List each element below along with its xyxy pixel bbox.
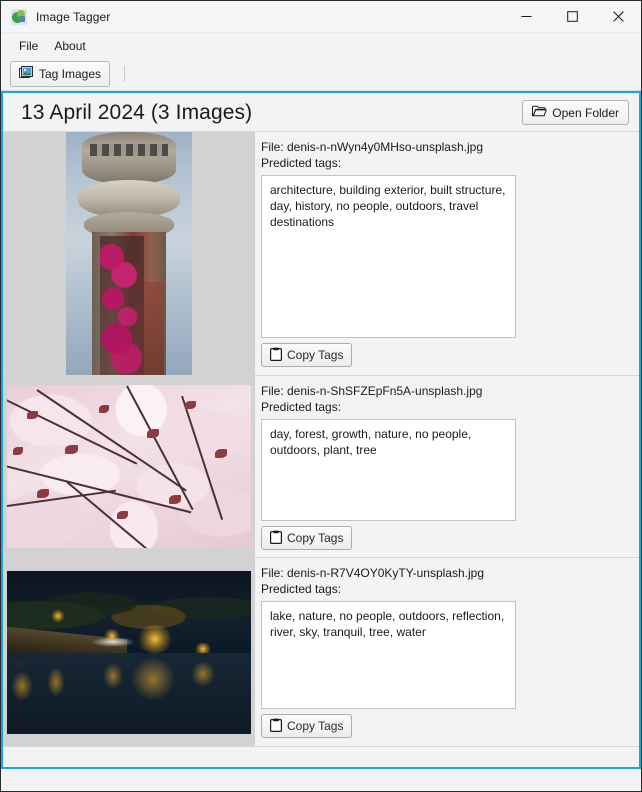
file-name-label: File: denis-n-ShSFZEpFn5A-unsplash.jpg	[261, 384, 483, 398]
image-list-scroll-area[interactable]: 13 April 2024 (3 Images) Open Folder Fil…	[3, 93, 639, 767]
file-name-label: File: denis-n-R7V4OY0KyTY-unsplash.jpg	[261, 566, 485, 580]
image-rows: File: denis-n-nWyn4y0MHso-unsplash.jpg P…	[3, 131, 639, 747]
tags-textarea[interactable]: architecture, building exterior, built s…	[261, 175, 516, 338]
window-title: Image Tagger	[36, 9, 111, 24]
menu-bar: File About	[1, 33, 641, 58]
content-pane: 13 April 2024 (3 Images) Open Folder Fil…	[1, 91, 641, 769]
thumbnail-cell[interactable]	[3, 376, 255, 557]
open-folder-button[interactable]: Open Folder	[522, 100, 629, 125]
copy-tags-label: Copy Tags	[287, 348, 344, 362]
file-name-label: File: denis-n-nWyn4y0MHso-unsplash.jpg	[261, 140, 483, 154]
table-row: File: denis-n-R7V4OY0KyTY-unsplash.jpg P…	[3, 558, 639, 747]
copy-tags-button[interactable]: Copy Tags	[261, 714, 353, 738]
thumbnail-water-tower-with-pink-ivy	[66, 132, 192, 375]
thumbnail-cell[interactable]	[3, 558, 255, 746]
clipboard-icon	[270, 530, 283, 547]
table-row: File: denis-n-ShSFZEpFn5A-unsplash.jpg P…	[3, 376, 639, 558]
app-window: Image Tagger File About Tag Images 13 Ap…	[0, 0, 642, 792]
table-row: File: denis-n-nWyn4y0MHso-unsplash.jpg P…	[3, 132, 639, 376]
open-folder-label: Open Folder	[552, 105, 619, 120]
toolbar: Tag Images	[1, 58, 641, 91]
copy-tags-label: Copy Tags	[287, 531, 344, 545]
tag-images-button[interactable]: Tag Images	[10, 61, 111, 87]
status-area	[1, 769, 641, 791]
predicted-tags-label: Predicted tags:	[261, 582, 342, 596]
clipboard-icon	[270, 718, 283, 735]
predicted-tags-label: Predicted tags:	[261, 400, 342, 414]
copy-tags-label: Copy Tags	[287, 719, 344, 733]
page-title: 13 April 2024 (3 Images)	[21, 100, 253, 124]
window-controls	[503, 1, 641, 32]
app-logo-icon	[11, 8, 27, 25]
clipboard-icon	[270, 347, 283, 364]
thumbnail-pink-cherry-blossom-branches	[7, 385, 251, 548]
title-bar: Image Tagger	[1, 1, 641, 33]
tags-textarea[interactable]: day, forest, growth, nature, no people, …	[261, 419, 516, 521]
tags-textarea[interactable]: lake, nature, no people, outdoors, refle…	[261, 601, 516, 709]
info-cell: File: denis-n-nWyn4y0MHso-unsplash.jpg P…	[255, 132, 639, 375]
info-cell: File: denis-n-R7V4OY0KyTY-unsplash.jpg P…	[255, 558, 639, 746]
minimize-icon[interactable]	[503, 1, 549, 32]
toolbar-separator	[124, 66, 126, 82]
copy-tags-button[interactable]: Copy Tags	[261, 526, 353, 550]
thumbnail-night-river-reflection-lights	[7, 570, 251, 734]
predicted-tags-label: Predicted tags:	[261, 156, 342, 170]
stacked-images-icon	[19, 66, 34, 82]
close-icon[interactable]	[595, 1, 641, 32]
info-cell: File: denis-n-ShSFZEpFn5A-unsplash.jpg P…	[255, 376, 639, 557]
thumbnail-cell[interactable]	[3, 132, 255, 375]
copy-tags-button[interactable]: Copy Tags	[261, 343, 353, 367]
menu-item-about[interactable]: About	[46, 36, 93, 56]
open-folder-icon	[532, 105, 548, 120]
date-header: 13 April 2024 (3 Images) Open Folder	[3, 93, 639, 131]
tag-images-label: Tag Images	[39, 67, 102, 81]
menu-item-file[interactable]: File	[11, 36, 46, 56]
maximize-icon[interactable]	[549, 1, 595, 32]
